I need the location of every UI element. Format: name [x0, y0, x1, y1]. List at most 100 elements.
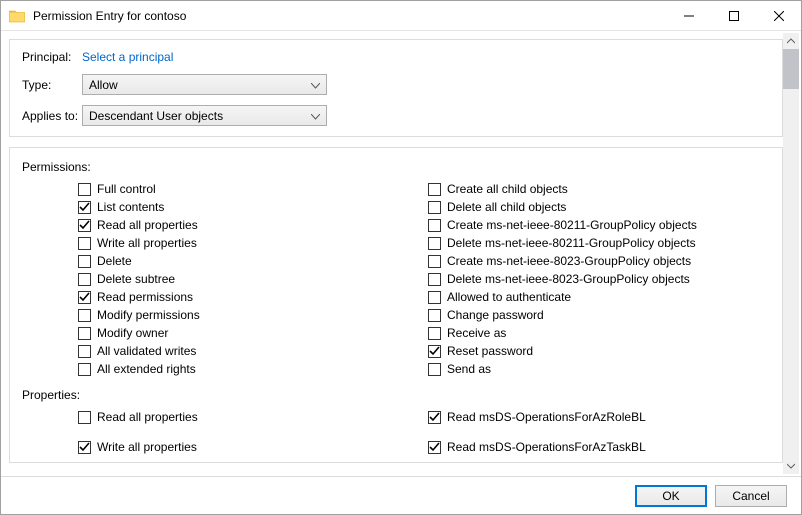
- window-controls: [666, 1, 801, 30]
- permissions-section-label: Permissions:: [22, 160, 770, 174]
- checkbox-label: Delete: [97, 254, 132, 268]
- type-select-value: Allow: [89, 78, 118, 92]
- permission-checkbox[interactable]: Change password: [428, 306, 770, 324]
- select-principal-link[interactable]: Select a principal: [82, 50, 173, 64]
- checkbox-label: Modify permissions: [97, 308, 200, 322]
- permission-checkbox[interactable]: Read msDS-OperationsForAzTaskBL: [428, 438, 770, 456]
- checkbox-label: Modify owner: [97, 326, 168, 340]
- checkbox-box[interactable]: [428, 345, 441, 358]
- scroll-down-arrow-icon[interactable]: [783, 458, 799, 474]
- checkbox-box[interactable]: [78, 309, 91, 322]
- permission-checkbox[interactable]: Reset password: [428, 342, 770, 360]
- maximize-button[interactable]: [711, 1, 756, 30]
- permission-checkbox[interactable]: All extended rights: [78, 360, 428, 378]
- applies-to-select-value: Descendant User objects: [89, 109, 223, 123]
- permission-checkbox[interactable]: Read msDS-OperationsForAzRoleBL: [428, 408, 770, 426]
- titlebar: Permission Entry for contoso: [1, 1, 801, 31]
- type-label: Type:: [22, 78, 82, 92]
- permissions-grid: Full control List contents Read all proper…: [78, 180, 770, 378]
- properties-column-right: Read msDS-OperationsForAzRoleBL: [428, 408, 770, 426]
- checkbox-box[interactable]: [78, 201, 91, 214]
- permission-checkbox[interactable]: Delete ms-net-ieee-80211-GroupPolicy obj…: [428, 234, 770, 252]
- permission-entry-window: Permission Entry for contoso Principal: …: [0, 0, 802, 515]
- checkbox-box[interactable]: [78, 255, 91, 268]
- checkbox-box[interactable]: [428, 309, 441, 322]
- cancel-button[interactable]: Cancel: [715, 485, 787, 507]
- permission-checkbox[interactable]: Create ms-net-ieee-80211-GroupPolicy obj…: [428, 216, 770, 234]
- permission-checkbox[interactable]: Send as: [428, 360, 770, 378]
- applies-to-select[interactable]: Descendant User objects: [82, 105, 327, 126]
- checkbox-box[interactable]: [78, 183, 91, 196]
- checkbox-label: Read permissions: [97, 290, 193, 304]
- checkbox-box[interactable]: [428, 363, 441, 376]
- checkbox-label: Write all properties: [97, 440, 197, 454]
- permissions-column-left: Full control List contents Read all proper…: [78, 180, 428, 378]
- checkbox-box[interactable]: [428, 327, 441, 340]
- checkbox-label: Read msDS-OperationsForAzTaskBL: [447, 440, 646, 454]
- checkbox-box[interactable]: [78, 219, 91, 232]
- permission-checkbox[interactable]: Delete all child objects: [428, 198, 770, 216]
- checkbox-label: Full control: [97, 182, 156, 196]
- checkbox-box[interactable]: [78, 273, 91, 286]
- checkbox-box[interactable]: [78, 291, 91, 304]
- permission-checkbox[interactable]: Read permissions: [78, 288, 428, 306]
- vertical-scrollbar[interactable]: [783, 33, 799, 474]
- checkbox-label: Change password: [447, 308, 544, 322]
- checkbox-box[interactable]: [78, 237, 91, 250]
- permission-checkbox[interactable]: All validated writes: [78, 342, 428, 360]
- checkbox-box[interactable]: [428, 255, 441, 268]
- minimize-button[interactable]: [666, 1, 711, 30]
- permission-checkbox[interactable]: Write all properties: [78, 234, 428, 252]
- permission-checkbox[interactable]: Modify permissions: [78, 306, 428, 324]
- content-area: Principal: Select a principal Type: Allo…: [1, 31, 801, 476]
- checkbox-box[interactable]: [78, 441, 91, 454]
- permission-checkbox[interactable]: Create ms-net-ieee-8023-GroupPolicy obje…: [428, 252, 770, 270]
- checkbox-box[interactable]: [428, 201, 441, 214]
- permission-checkbox[interactable]: Modify owner: [78, 324, 428, 342]
- checkbox-label: Read all properties: [97, 410, 198, 424]
- permission-checkbox[interactable]: Full control: [78, 180, 428, 198]
- checkbox-box[interactable]: [428, 237, 441, 250]
- ok-button[interactable]: OK: [635, 485, 707, 507]
- permission-checkbox[interactable]: Read all properties: [78, 216, 428, 234]
- checkbox-box[interactable]: [78, 363, 91, 376]
- permission-checkbox[interactable]: Receive as: [428, 324, 770, 342]
- checkbox-label: Create all child objects: [447, 182, 568, 196]
- checkbox-label: Delete subtree: [97, 272, 175, 286]
- checkbox-label: Reset password: [447, 344, 533, 358]
- checkbox-label: List contents: [97, 200, 164, 214]
- checkbox-box[interactable]: [78, 411, 91, 424]
- permission-checkbox[interactable]: Delete: [78, 252, 428, 270]
- checkbox-box[interactable]: [428, 291, 441, 304]
- checkbox-label: Create ms-net-ieee-80211-GroupPolicy obj…: [447, 218, 697, 232]
- checkbox-box[interactable]: [428, 219, 441, 232]
- permission-checkbox[interactable]: Delete ms-net-ieee-8023-GroupPolicy obje…: [428, 270, 770, 288]
- checkbox-box[interactable]: [428, 441, 441, 454]
- checkbox-label: Allowed to authenticate: [447, 290, 571, 304]
- checkbox-box[interactable]: [428, 183, 441, 196]
- checkbox-label: All extended rights: [97, 362, 196, 376]
- properties-grid-row2: Write all properties Read msDS-Operation…: [78, 438, 770, 456]
- permission-checkbox[interactable]: Read all properties: [78, 408, 428, 426]
- scrollbar-thumb[interactable]: [783, 49, 799, 89]
- window-title: Permission Entry for contoso: [33, 9, 666, 23]
- permission-checkbox[interactable]: Delete subtree: [78, 270, 428, 288]
- permission-checkbox[interactable]: Write all properties: [78, 438, 428, 456]
- checkbox-label: Delete ms-net-ieee-80211-GroupPolicy obj…: [447, 236, 696, 250]
- type-select[interactable]: Allow: [82, 74, 327, 95]
- close-button[interactable]: [756, 1, 801, 30]
- permissions-panel: Permissions: Full control List contents Re…: [9, 147, 783, 463]
- checkbox-box[interactable]: [78, 345, 91, 358]
- scroll-up-arrow-icon[interactable]: [783, 33, 799, 49]
- permission-checkbox[interactable]: Create all child objects: [428, 180, 770, 198]
- checkbox-box[interactable]: [428, 411, 441, 424]
- permission-checkbox[interactable]: Allowed to authenticate: [428, 288, 770, 306]
- chevron-down-icon: [311, 109, 320, 123]
- checkbox-label: Read msDS-OperationsForAzRoleBL: [447, 410, 646, 424]
- permission-checkbox[interactable]: List contents: [78, 198, 428, 216]
- checkbox-label: Create ms-net-ieee-8023-GroupPolicy obje…: [447, 254, 691, 268]
- checkbox-box[interactable]: [78, 327, 91, 340]
- checkbox-label: Delete ms-net-ieee-8023-GroupPolicy obje…: [447, 272, 690, 286]
- checkbox-label: All validated writes: [97, 344, 196, 358]
- checkbox-box[interactable]: [428, 273, 441, 286]
